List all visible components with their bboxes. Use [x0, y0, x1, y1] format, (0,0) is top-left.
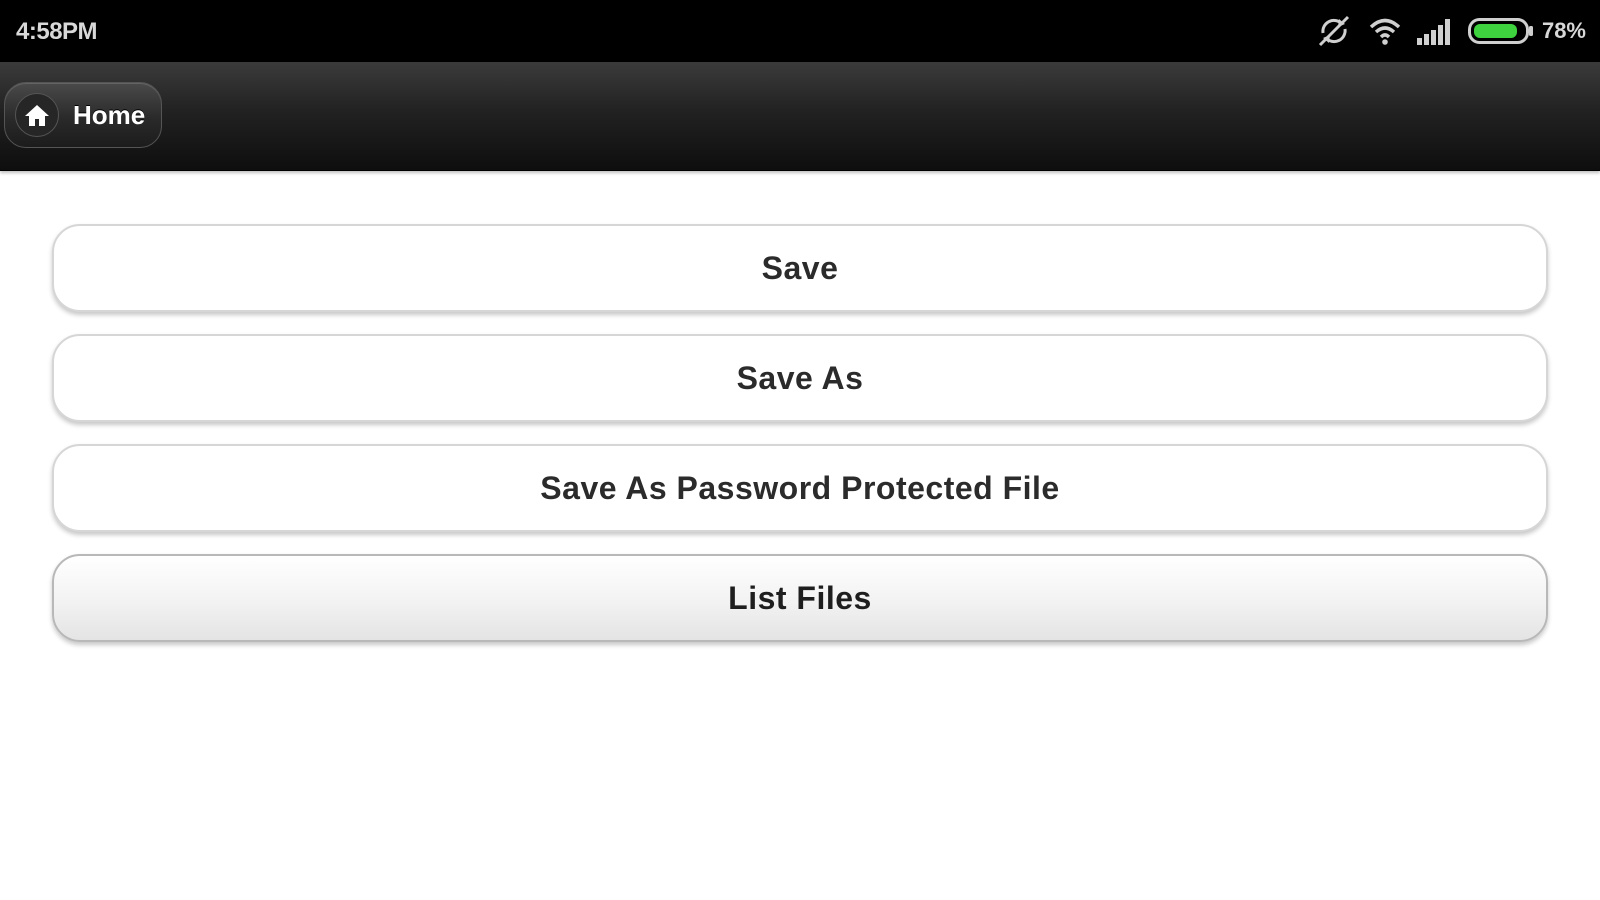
wifi-icon [1368, 16, 1402, 46]
home-label: Home [73, 99, 146, 130]
status-bar: 4:58PM 78% [0, 0, 1600, 62]
battery-percent: 78% [1541, 18, 1586, 43]
file-menu-list: Save Save As Save As Password Protected … [52, 224, 1548, 664]
save-as-password-protected-button[interactable]: Save As Password Protected File [52, 444, 1548, 532]
home-icon [15, 93, 59, 137]
toolbar: Home [0, 62, 1600, 171]
list-files-button[interactable]: List Files [52, 554, 1548, 642]
signal-icon [1416, 16, 1454, 46]
save-as-button[interactable]: Save As [52, 334, 1548, 422]
save-button[interactable]: Save [52, 224, 1548, 312]
status-time: 4:58PM [16, 18, 98, 45]
sync-off-icon [1314, 15, 1354, 47]
home-button[interactable]: Home [4, 82, 162, 148]
battery-icon [1467, 16, 1534, 46]
status-icons: 78% [1300, 14, 1586, 48]
